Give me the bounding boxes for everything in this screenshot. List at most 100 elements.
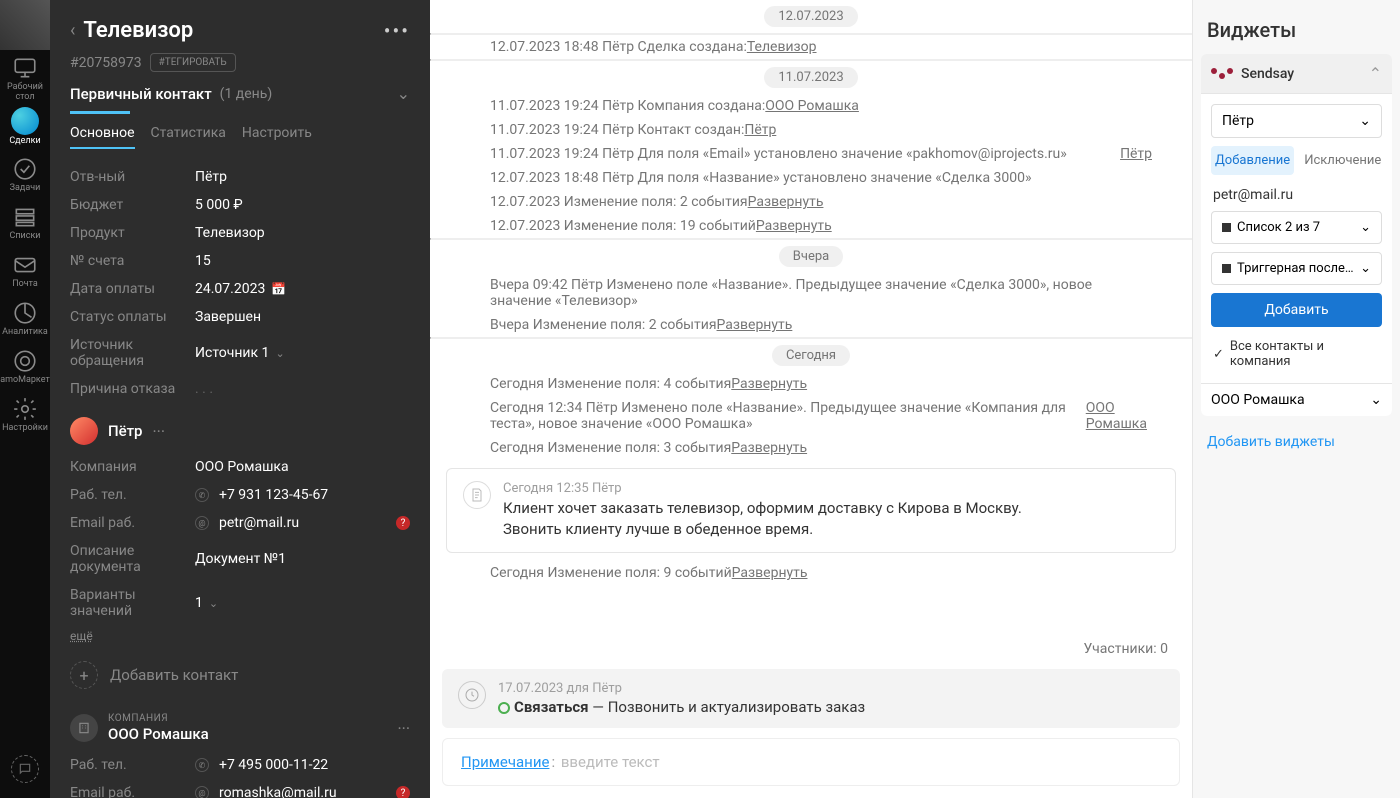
nav-item-settings[interactable]: Настройки: [0, 391, 50, 439]
toggle-add[interactable]: Добавление: [1211, 146, 1294, 175]
participants-count[interactable]: Участники: 0: [430, 633, 1192, 665]
deal-title: Телевизор: [83, 18, 375, 43]
expand-link[interactable]: Развернуть: [748, 194, 824, 210]
widget-trigger-select[interactable]: Триггерная последовательность⌄: [1211, 252, 1382, 285]
field-source[interactable]: Источник 1⌄: [195, 345, 285, 361]
field-label: Варианты значений: [70, 587, 195, 619]
widget-contact-select[interactable]: Пётр⌄: [1211, 104, 1382, 138]
company-phone[interactable]: ✆+7 495 000-11-22: [195, 757, 328, 773]
expand-link[interactable]: Развернуть: [756, 218, 832, 234]
toggle-exclude[interactable]: Исключение: [1300, 146, 1385, 175]
phone-icon: ✆: [195, 488, 209, 502]
contact-email[interactable]: @petr@mail.ru?: [195, 515, 410, 531]
date-separator: 11.07.2023: [764, 67, 857, 88]
nav-label: Задачи: [10, 184, 41, 194]
contact-more-button[interactable]: ···: [153, 422, 166, 441]
mail-icon: [12, 252, 38, 278]
contact-name[interactable]: Пётр: [108, 422, 143, 440]
warning-icon[interactable]: ?: [396, 786, 410, 798]
field-label: Отв-ный: [70, 169, 195, 185]
date-separator: 12.07.2023: [764, 6, 857, 27]
field-responsible[interactable]: Пётр: [195, 169, 227, 185]
composer-placeholder: введите текст: [561, 753, 660, 771]
chevron-down-icon: ⌄: [209, 597, 218, 610]
contact-phone[interactable]: ✆+7 931 123-45-67: [195, 487, 328, 503]
feed-entry: Сегодня 12:34 Пётр Изменено поле «Назван…: [430, 396, 1192, 436]
company-name[interactable]: ООО Ромашка: [108, 725, 209, 743]
feed-link[interactable]: Пётр: [1120, 146, 1152, 162]
feed-entry: 11.07.2023 19:24 Пётр Компания создана: …: [430, 94, 1192, 118]
widget-header[interactable]: Sendsay ⌃: [1201, 54, 1392, 93]
task-text: — Позвонить и актуализировать заказ: [589, 698, 866, 716]
nav-label: Почта: [12, 280, 38, 290]
feed-entry: 12.07.2023 Изменение поля: 2 события Раз…: [430, 190, 1192, 214]
check-icon: [12, 156, 38, 182]
nav-item-tasks[interactable]: Задачи: [0, 151, 50, 199]
expand-link[interactable]: Развернуть: [731, 376, 807, 392]
field-budget[interactable]: 5 000 ₽: [195, 197, 243, 213]
add-contact-button[interactable]: + Добавить контакт: [50, 647, 430, 703]
company-more-button[interactable]: ···: [397, 719, 410, 738]
nav-label: Аналитика: [2, 328, 48, 338]
nav-label: Сделки: [9, 137, 40, 147]
contact-doc[interactable]: Документ №1: [195, 551, 286, 567]
contact-variants[interactable]: 1⌄: [195, 595, 218, 611]
expand-link[interactable]: Развернуть: [731, 440, 807, 456]
widgets-panel: Виджеты Sendsay ⌃ Пётр⌄ Добавление Исклю…: [1193, 0, 1400, 798]
contact-company[interactable]: ООО Ромашка: [195, 459, 289, 475]
tab-setup[interactable]: Настроить: [242, 125, 312, 149]
add-widgets-link[interactable]: Добавить виджеты: [1201, 424, 1392, 460]
field-product[interactable]: Телевизор: [195, 225, 265, 241]
widget-add-button[interactable]: Добавить: [1211, 293, 1382, 327]
company-email[interactable]: @romashka@mail.ru?: [195, 785, 410, 798]
feed-link[interactable]: Телевизор: [747, 39, 817, 55]
nav-item-lists[interactable]: Списки: [0, 199, 50, 247]
widget-checkbox[interactable]: ✓Все контакты и компания: [1211, 335, 1382, 373]
deal-more-button[interactable]: •••: [384, 19, 410, 43]
nav-item-market[interactable]: amoМаркет: [0, 343, 50, 391]
plus-icon: +: [70, 661, 98, 689]
chevron-down-icon: ⌄: [1359, 113, 1371, 129]
feed-link[interactable]: ООО Ромашка: [765, 98, 859, 114]
feed-entry: Сегодня Изменение поля: 4 события Развер…: [430, 372, 1192, 396]
widget-list-select[interactable]: Список 2 из 7⌄: [1211, 211, 1382, 244]
note-composer[interactable]: Примечание: введите текст: [442, 738, 1180, 786]
contact-more-link[interactable]: ещё: [50, 625, 430, 647]
nav-chat-button[interactable]: [11, 755, 39, 783]
tab-main[interactable]: Основное: [70, 125, 135, 149]
check-icon: ✓: [1213, 347, 1224, 362]
contact-block: Пётр ··· КомпанияООО Ромашка Раб. тел.✆+…: [50, 403, 430, 625]
widget-company-select[interactable]: ООО Ромашка⌄: [1201, 383, 1392, 416]
field-reject[interactable]: . . .: [195, 381, 213, 397]
composer-type-selector[interactable]: Примечание: [461, 753, 549, 771]
contact-avatar[interactable]: [70, 417, 98, 445]
calendar-icon: 📅: [271, 282, 286, 296]
field-label: Статус оплаты: [70, 309, 195, 325]
note-card: Сегодня 12:35 Пётр Клиент хочет заказать…: [446, 468, 1176, 553]
stage-selector[interactable]: Первичный контакт (1 день) ⌄: [50, 84, 430, 111]
expand-link[interactable]: Развернуть: [732, 565, 808, 581]
nav-item-deals[interactable]: Сделки: [0, 103, 50, 151]
field-pay-status[interactable]: Завершен: [195, 309, 261, 325]
feed-entry: 12.07.2023 Изменение поля: 19 событий Ра…: [430, 214, 1192, 238]
field-invoice[interactable]: 15: [195, 253, 211, 269]
chevron-down-icon: ⌄: [1360, 261, 1371, 276]
task-card[interactable]: 17.07.2023 для Пётр Связаться — Позвонит…: [442, 669, 1180, 728]
expand-link[interactable]: Развернуть: [717, 317, 793, 333]
company-avatar[interactable]: [70, 714, 98, 742]
stage-days: (1 день): [220, 86, 273, 102]
back-button[interactable]: ‹: [70, 20, 75, 41]
feed-link[interactable]: ООО Ромашка: [1086, 400, 1152, 432]
left-nav: Рабочий стол Сделки Задачи Списки Почта …: [0, 0, 50, 798]
nav-item-analytics[interactable]: Аналитика: [0, 295, 50, 343]
feed-link[interactable]: Пётр: [744, 122, 776, 138]
tag-button[interactable]: #ТЕГИРОВАТЬ: [150, 53, 236, 72]
field-pay-date[interactable]: 24.07.2023📅: [195, 281, 286, 297]
widget-sendsay: Sendsay ⌃ Пётр⌄ Добавление Исключение pe…: [1201, 54, 1392, 416]
chevron-down-icon: ⌄: [1370, 392, 1382, 408]
nav-item-mail[interactable]: Почта: [0, 247, 50, 295]
widgets-title: Виджеты: [1201, 14, 1392, 54]
warning-icon[interactable]: ?: [396, 516, 410, 530]
nav-item-dashboard[interactable]: Рабочий стол: [0, 55, 50, 103]
tab-stats[interactable]: Статистика: [151, 125, 226, 149]
